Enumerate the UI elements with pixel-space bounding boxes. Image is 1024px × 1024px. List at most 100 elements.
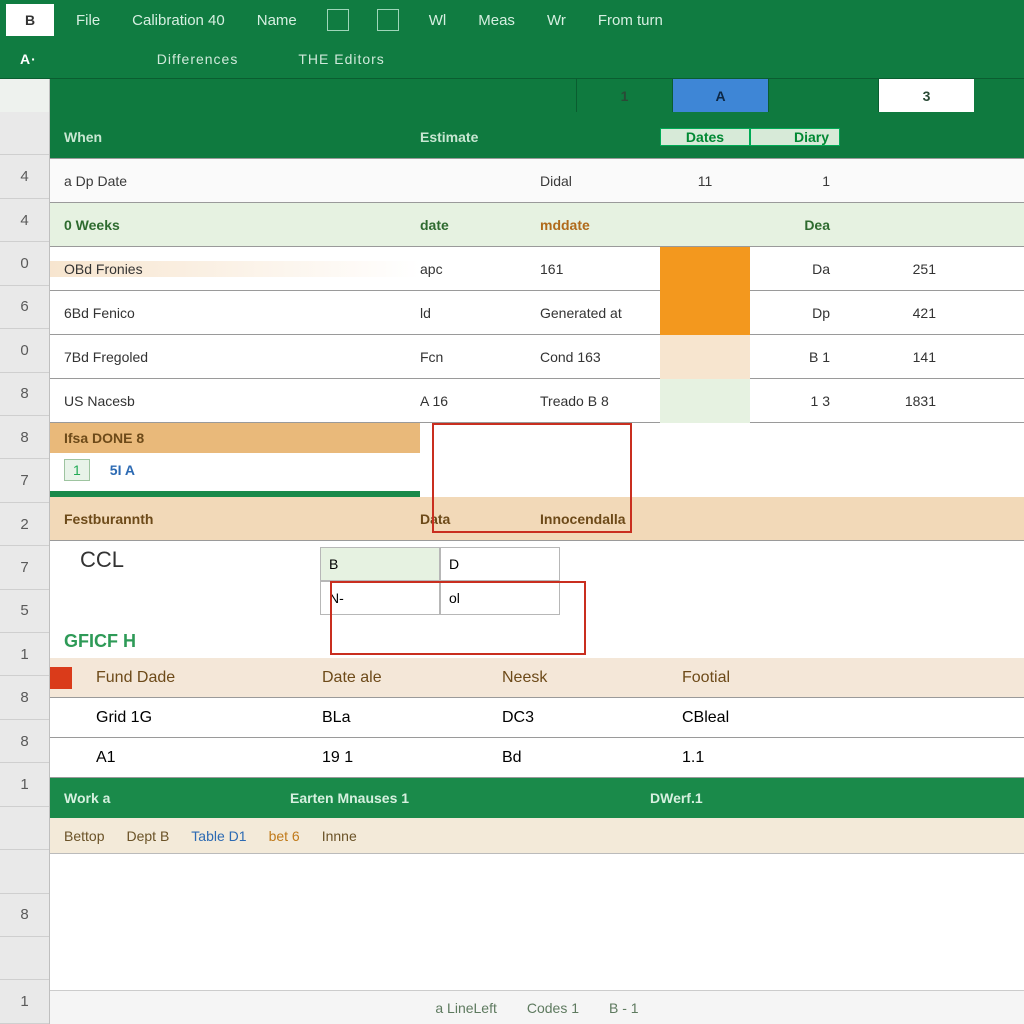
row-header[interactable]: 8 xyxy=(0,894,49,937)
cell[interactable]: 1 3 xyxy=(750,393,840,409)
cell[interactable]: Cond 163 xyxy=(540,349,660,365)
ribbon-box-icon[interactable] xyxy=(327,9,349,31)
row-header[interactable]: 8 xyxy=(0,720,49,763)
cell[interactable]: A1 xyxy=(82,749,322,767)
row-header[interactable]: 8 xyxy=(0,676,49,719)
cell[interactable]: 11 xyxy=(660,173,750,189)
cell[interactable]: date xyxy=(420,217,540,233)
cell[interactable]: D xyxy=(440,547,560,581)
row-header[interactable] xyxy=(0,807,49,850)
cell[interactable]: 421 xyxy=(840,305,950,321)
row-header[interactable]: 1 xyxy=(0,763,49,806)
tag[interactable]: bet 6 xyxy=(269,828,300,844)
tab-name[interactable]: Name xyxy=(241,0,313,40)
cell[interactable]: 1831 xyxy=(840,393,950,409)
cell[interactable]: a Dp Date xyxy=(50,173,420,189)
ribbon-group-2[interactable]: THE Editors xyxy=(298,51,384,67)
row-header[interactable]: 7 xyxy=(0,546,49,589)
tag[interactable]: Innne xyxy=(322,828,357,844)
cell[interactable]: 6Bd Fenico xyxy=(50,305,420,321)
row-header[interactable]: 0 xyxy=(0,242,49,285)
row-header[interactable]: 1 xyxy=(0,633,49,676)
cell[interactable]: 251 xyxy=(840,261,950,277)
cell[interactable]: 1.1 xyxy=(682,749,862,767)
row-header[interactable] xyxy=(0,937,49,980)
cell[interactable]: CBleal xyxy=(682,709,862,727)
cell-grid[interactable]: When Estimate Dates Diary a Dp Date Dida… xyxy=(50,112,1024,1024)
calendar-cell[interactable]: 5I A xyxy=(110,462,135,478)
cell[interactable]: 19 1 xyxy=(322,749,502,767)
tab-meas[interactable]: Meas xyxy=(462,0,531,40)
cell[interactable]: Fcn xyxy=(420,349,540,365)
tag[interactable]: Bettop xyxy=(64,828,104,844)
cell[interactable]: B 1 xyxy=(750,349,840,365)
col-header-spacer[interactable] xyxy=(768,79,878,112)
col-header-a[interactable]: A xyxy=(672,79,768,112)
tag-row[interactable]: Bettop Dept B Table D1 bet 6 Innne xyxy=(50,818,1024,854)
cell[interactable]: 1 xyxy=(750,173,840,189)
cell[interactable]: mddate xyxy=(540,217,660,233)
ribbon-group-1[interactable]: Differences xyxy=(157,51,239,67)
row-header[interactable]: 1 xyxy=(0,980,49,1023)
col-header-1[interactable]: 1 xyxy=(576,79,672,112)
cell[interactable]: Grid 1G xyxy=(82,709,322,727)
row-header[interactable]: 0 xyxy=(0,329,49,372)
row-header[interactable]: 4 xyxy=(0,199,49,242)
hdr-dates[interactable]: Dates xyxy=(660,128,750,146)
tab-calibration[interactable]: Calibration 40 xyxy=(116,0,241,40)
cell[interactable]: A 16 xyxy=(420,393,540,409)
hdr-diary[interactable]: Diary xyxy=(750,128,840,146)
table-row[interactable]: US Nacesb A 16 Treado B 8 1 3 1831 xyxy=(50,379,1024,423)
tag[interactable]: Dept B xyxy=(126,828,169,844)
tab-fromturn[interactable]: From turn xyxy=(582,0,679,40)
cell[interactable]: Da xyxy=(750,261,840,277)
cell[interactable]: US Nacesb xyxy=(50,393,420,409)
name-box[interactable]: B xyxy=(6,4,54,36)
tab-wl[interactable]: Wl xyxy=(413,0,463,40)
tab-wr[interactable]: Wr xyxy=(531,0,582,40)
cell[interactable]: Dea xyxy=(750,217,840,233)
calendar-cell[interactable]: 1 xyxy=(64,459,90,481)
col-header-3[interactable]: 3 xyxy=(878,79,974,112)
row-date[interactable]: a Dp Date Didal 11 1 xyxy=(50,159,1024,203)
cell[interactable]: 7Bd Fregoled xyxy=(50,349,420,365)
ribbon-box-icon-2[interactable] xyxy=(377,9,399,31)
row-header[interactable]: 5 xyxy=(0,590,49,633)
cell[interactable]: B xyxy=(320,547,440,581)
cell[interactable]: Bd xyxy=(502,749,682,767)
highlight-cell[interactable] xyxy=(660,291,750,335)
row-header[interactable]: 4 xyxy=(0,155,49,198)
table-row[interactable]: 7Bd Fregoled Fcn Cond 163 B 1 141 xyxy=(50,335,1024,379)
table-row[interactable]: A1 19 1 Bd 1.1 xyxy=(50,738,1024,778)
cell[interactable]: Dp xyxy=(750,305,840,321)
cell[interactable]: OBd Fronies xyxy=(50,261,420,277)
table-row[interactable]: Grid 1G BLa DC3 CBleal xyxy=(50,698,1024,738)
row-header[interactable]: 8 xyxy=(0,373,49,416)
cell[interactable]: 141 xyxy=(840,349,950,365)
cell[interactable]: ld xyxy=(420,305,540,321)
tab-file[interactable]: File xyxy=(60,0,116,40)
cell[interactable]: Didal xyxy=(540,173,660,189)
row-header[interactable]: 6 xyxy=(0,286,49,329)
row-header[interactable]: 7 xyxy=(0,459,49,502)
table-row[interactable]: OBd Fronies apc 161 Da 251 xyxy=(50,247,1024,291)
highlight-cell[interactable] xyxy=(660,335,750,379)
row-header[interactable]: 2 xyxy=(0,503,49,546)
cell[interactable]: BLa xyxy=(322,709,502,727)
cell[interactable]: DC3 xyxy=(502,709,682,727)
cell[interactable]: 0 Weeks xyxy=(50,217,420,233)
cell[interactable]: 161 xyxy=(540,261,660,277)
cell[interactable]: apc xyxy=(420,261,540,277)
row-header[interactable] xyxy=(0,112,49,155)
table-row[interactable]: 6Bd Fenico ld Generated at Dp 421 xyxy=(50,291,1024,335)
cell[interactable]: Generated at xyxy=(540,305,660,321)
cell[interactable]: Treado B 8 xyxy=(540,393,660,409)
tag[interactable]: Table D1 xyxy=(191,828,246,844)
row-weeks[interactable]: 0 Weeks date mddate Dea xyxy=(50,203,1024,247)
row-header[interactable] xyxy=(0,850,49,893)
highlight-cell[interactable] xyxy=(660,247,750,291)
ccl-label[interactable]: CCL xyxy=(80,547,320,573)
select-all-corner[interactable] xyxy=(0,79,50,112)
highlight-cell[interactable] xyxy=(660,379,750,423)
row-header[interactable]: 8 xyxy=(0,416,49,459)
